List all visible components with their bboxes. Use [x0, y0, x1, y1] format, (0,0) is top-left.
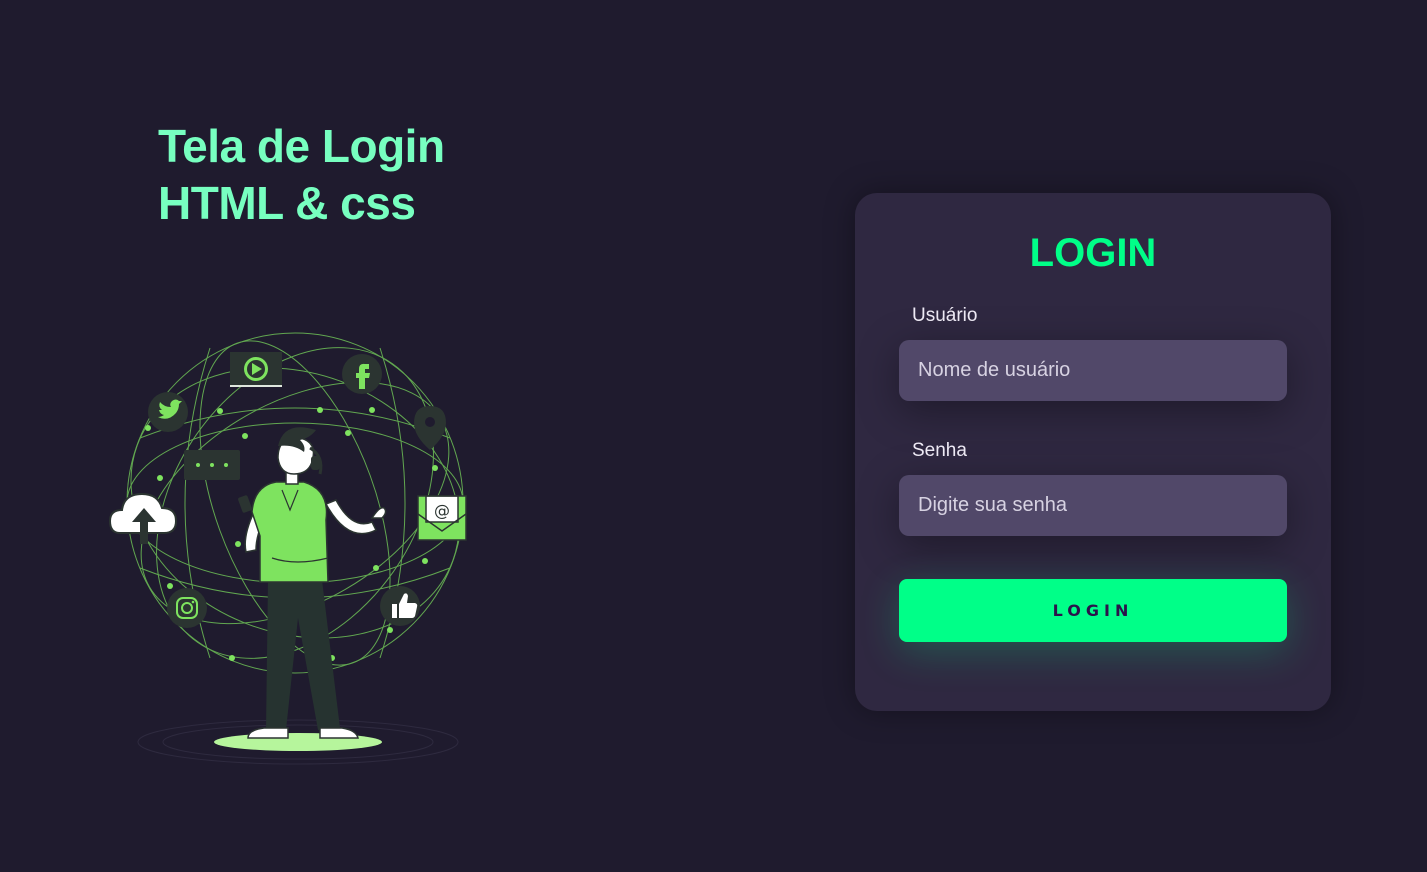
person-figure: [238, 427, 387, 739]
login-button[interactable]: LOGIN: [899, 579, 1287, 642]
thumbs-up-icon: [380, 586, 420, 626]
cloud-upload-icon: [108, 492, 178, 544]
social-network-illustration: @: [108, 332, 467, 765]
password-label: Senha: [912, 440, 967, 461]
username-label: Usuário: [912, 305, 978, 326]
location-pin-icon: [414, 406, 446, 450]
facebook-icon: [342, 354, 382, 394]
instagram-icon: [167, 588, 207, 628]
password-input[interactable]: [899, 475, 1287, 536]
play-icon: [230, 352, 282, 387]
email-icon: @: [417, 495, 467, 541]
hero-title-line1: Tela de Login: [158, 120, 445, 172]
login-title: LOGIN: [1029, 231, 1157, 275]
twitter-icon: [148, 392, 188, 432]
login-page: Tela de Login HTML & css @ LOGIN Usuário…: [0, 0, 1427, 872]
hero-title: Tela de Login HTML & css: [158, 118, 445, 232]
login-card: LOGIN Usuário Senha LOGIN: [855, 193, 1331, 711]
svg-text:@: @: [434, 501, 450, 520]
username-input[interactable]: [899, 340, 1287, 401]
hero-title-line2: HTML & css: [158, 177, 416, 229]
chat-icon: [184, 450, 240, 480]
